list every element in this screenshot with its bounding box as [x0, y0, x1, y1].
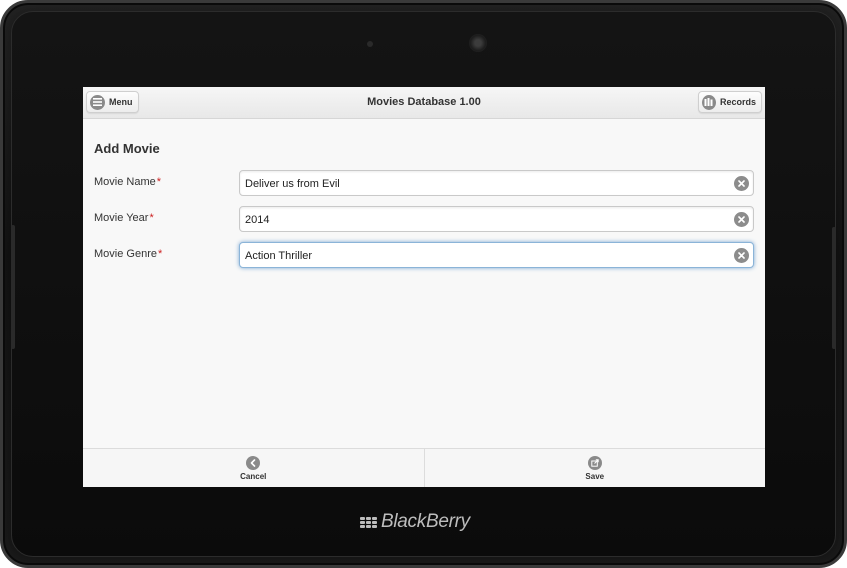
save-button[interactable]: Save	[423, 449, 766, 487]
app-screen: Menu Movies Database 1.00 Records Add Mo…	[83, 87, 765, 487]
camera-icon	[469, 34, 487, 52]
clear-icon[interactable]	[734, 248, 749, 263]
clear-icon[interactable]	[734, 212, 749, 227]
required-marker: *	[157, 248, 163, 260]
records-button-label: Records	[719, 97, 756, 107]
movie-name-input[interactable]: Deliver us from Evil	[239, 170, 754, 196]
required-marker: *	[149, 212, 154, 224]
blackberry-logo-icon	[360, 516, 377, 528]
movie-year-value: 2014	[245, 214, 270, 226]
movie-genre-value: Action Thriller	[245, 250, 313, 262]
records-icon	[702, 94, 716, 110]
brand-name: BlackBerry	[381, 511, 470, 532]
required-marker: *	[156, 176, 162, 188]
clear-icon[interactable]	[734, 176, 749, 191]
records-button[interactable]: Records	[698, 91, 762, 113]
side-key-right	[832, 227, 836, 349]
sensor-icon	[367, 41, 373, 47]
cancel-button-label: Cancel	[240, 471, 267, 481]
form-title: Add Movie	[94, 141, 160, 156]
form-row-movie-genre: Movie Genre* Action Thriller	[94, 242, 754, 268]
form-row-movie-name: Movie Name* Deliver us from Evil	[94, 170, 754, 196]
save-button-label: Save	[585, 471, 605, 481]
side-key-left	[11, 225, 15, 349]
form-row-movie-year: Movie Year* 2014	[94, 206, 754, 232]
brand-logo: BlackBerry	[360, 509, 470, 535]
cancel-button[interactable]: Cancel	[83, 449, 424, 487]
movie-year-input[interactable]: 2014	[239, 206, 754, 232]
movie-name-label: Movie Name*	[94, 176, 162, 188]
footer-toolbar: Cancel Save	[83, 448, 765, 487]
movie-name-value: Deliver us from Evil	[245, 178, 340, 190]
movie-genre-label: Movie Genre*	[94, 248, 163, 260]
page-title: Movies Database 1.00	[367, 96, 481, 108]
app-header: Menu Movies Database 1.00 Records	[83, 87, 765, 119]
movie-year-label: Movie Year*	[94, 212, 154, 224]
export-icon	[587, 455, 602, 470]
tablet-device: BlackBerry Menu Movies Database 1.00 Rec…	[0, 0, 847, 568]
back-arrow-icon	[246, 455, 261, 470]
movie-genre-input[interactable]: Action Thriller	[239, 242, 754, 268]
